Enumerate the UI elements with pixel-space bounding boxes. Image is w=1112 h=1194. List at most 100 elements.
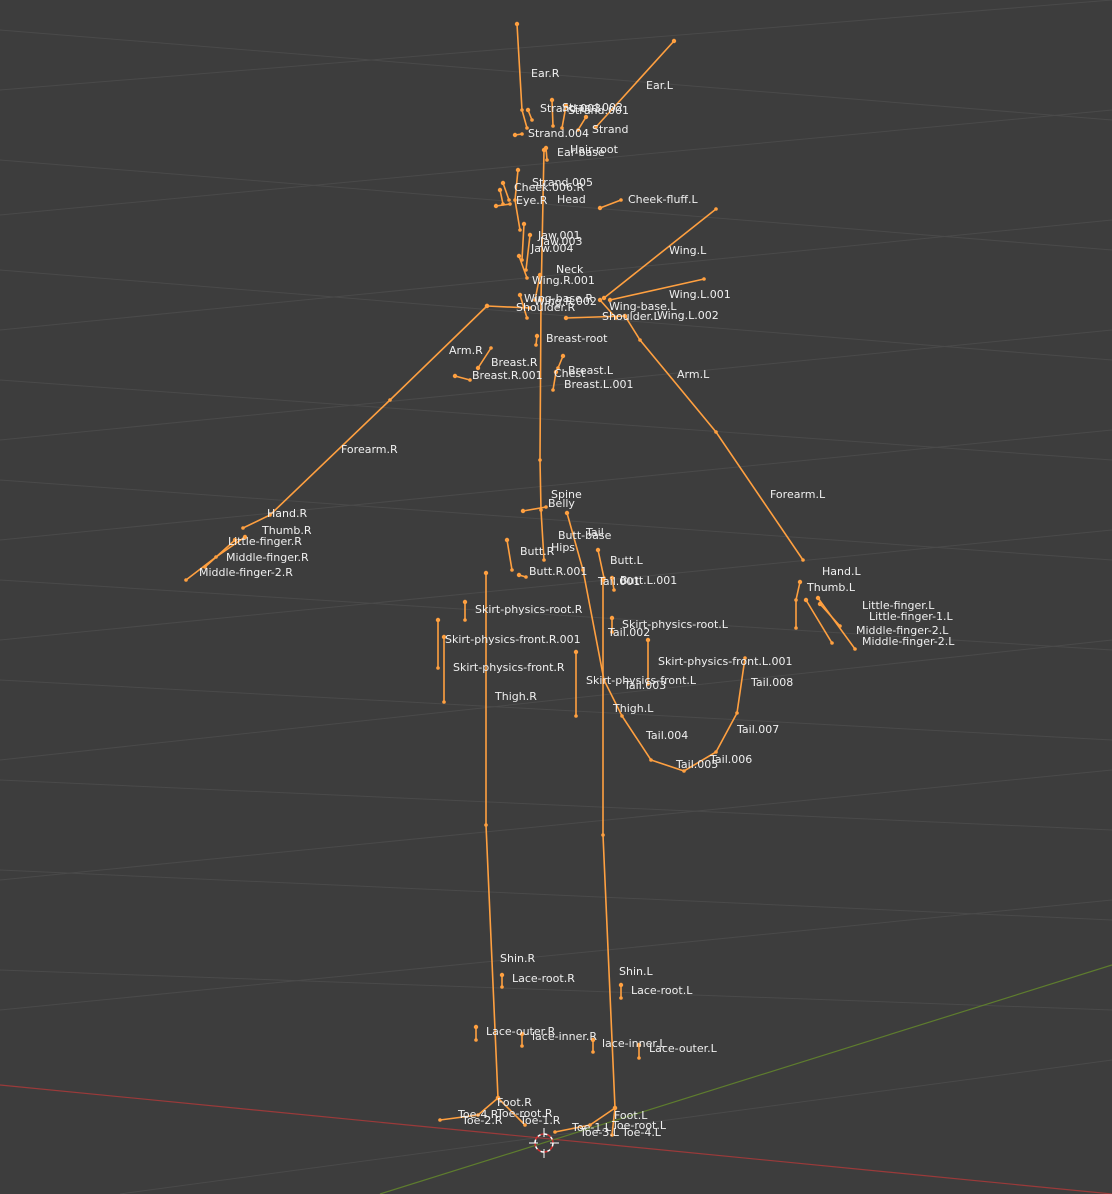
bone-joint[interactable] bbox=[543, 145, 549, 151]
bone-joint[interactable] bbox=[595, 547, 601, 553]
bone-joint[interactable] bbox=[714, 430, 718, 434]
bone-line[interactable] bbox=[485, 572, 499, 1099]
bone-joint[interactable] bbox=[500, 985, 504, 989]
bone-joint[interactable] bbox=[525, 107, 531, 113]
bone-joint[interactable] bbox=[184, 578, 188, 582]
bone-line[interactable] bbox=[521, 223, 525, 261]
bone-joint[interactable] bbox=[489, 346, 493, 350]
bone-joint[interactable] bbox=[542, 558, 546, 562]
bone-joint[interactable] bbox=[838, 624, 842, 628]
bone-line[interactable] bbox=[502, 182, 510, 201]
bone-joint[interactable] bbox=[797, 579, 803, 585]
bone-joint[interactable] bbox=[510, 568, 514, 572]
bone-joint[interactable] bbox=[527, 232, 533, 238]
bone-joint[interactable] bbox=[563, 315, 569, 321]
bone-joint[interactable] bbox=[638, 338, 642, 342]
bone-joint[interactable] bbox=[452, 373, 458, 379]
bone-line[interactable] bbox=[597, 549, 605, 579]
bone-joint[interactable] bbox=[597, 297, 603, 303]
bone-joint[interactable] bbox=[520, 132, 524, 136]
bone-joint[interactable] bbox=[794, 626, 798, 630]
bone-joint[interactable] bbox=[435, 617, 441, 623]
bone-joint[interactable] bbox=[521, 221, 527, 227]
bone-joint[interactable] bbox=[671, 38, 677, 44]
bone-joint[interactable] bbox=[507, 198, 511, 202]
bone-joint[interactable] bbox=[714, 207, 718, 211]
bone-joint[interactable] bbox=[484, 303, 490, 309]
bone-joint[interactable] bbox=[525, 276, 529, 280]
bone-joint[interactable] bbox=[514, 21, 520, 27]
bone-joint[interactable] bbox=[794, 598, 798, 602]
bone-line[interactable] bbox=[602, 579, 616, 1109]
bone-line[interactable] bbox=[539, 149, 545, 561]
bone-joint[interactable] bbox=[525, 316, 529, 320]
bone-joint[interactable] bbox=[493, 203, 499, 209]
bone-joint[interactable] bbox=[601, 833, 605, 837]
bone-line[interactable] bbox=[454, 375, 471, 381]
bone-joint[interactable] bbox=[534, 333, 540, 339]
bone-joint[interactable] bbox=[538, 458, 542, 462]
bone-joint[interactable] bbox=[612, 588, 616, 592]
bone-joint[interactable] bbox=[388, 398, 392, 402]
bone-joint[interactable] bbox=[815, 595, 821, 601]
bone-joint[interactable] bbox=[516, 572, 522, 578]
bone-joint[interactable] bbox=[518, 228, 522, 232]
bone-joint[interactable] bbox=[649, 758, 653, 762]
bone-joint[interactable] bbox=[553, 1130, 557, 1134]
bone-joint[interactable] bbox=[520, 1044, 524, 1048]
bone-joint[interactable] bbox=[574, 714, 578, 718]
bone-joint[interactable] bbox=[483, 570, 489, 576]
bone-line[interactable] bbox=[817, 597, 856, 650]
bone-joint[interactable] bbox=[560, 353, 566, 359]
bone-joint[interactable] bbox=[515, 167, 521, 173]
bone-joint[interactable] bbox=[619, 198, 623, 202]
bone-joint[interactable] bbox=[619, 996, 623, 1000]
bone-joint[interactable] bbox=[463, 618, 467, 622]
bone-joint[interactable] bbox=[517, 292, 523, 298]
bone-joint[interactable] bbox=[573, 649, 579, 655]
bone-line[interactable] bbox=[516, 23, 528, 129]
bone-line[interactable] bbox=[525, 234, 531, 271]
bone-joint[interactable] bbox=[508, 202, 512, 206]
bone-joint[interactable] bbox=[597, 205, 603, 211]
bone-joint[interactable] bbox=[516, 253, 522, 259]
bone-joint[interactable] bbox=[853, 647, 857, 651]
bone-joint[interactable] bbox=[803, 597, 809, 603]
bone-joint[interactable] bbox=[520, 108, 524, 112]
bone-joint[interactable] bbox=[499, 972, 505, 978]
bone-line[interactable] bbox=[624, 315, 804, 561]
bone-joint[interactable] bbox=[609, 615, 615, 621]
bone-line[interactable] bbox=[242, 305, 488, 529]
bone-joint[interactable] bbox=[436, 666, 440, 670]
bone-joint[interactable] bbox=[534, 343, 538, 347]
bone-joint[interactable] bbox=[497, 187, 503, 193]
bone-line[interactable] bbox=[819, 603, 841, 627]
bone-joint[interactable] bbox=[484, 823, 488, 827]
bone-joint[interactable] bbox=[591, 1050, 595, 1054]
bone-joint[interactable] bbox=[512, 132, 518, 138]
bone-joint[interactable] bbox=[530, 118, 534, 122]
bone-joint[interactable] bbox=[520, 508, 526, 514]
bone-joint[interactable] bbox=[817, 601, 823, 607]
bone-joint[interactable] bbox=[473, 1024, 479, 1030]
bone-joint[interactable] bbox=[830, 641, 834, 645]
bone-joint[interactable] bbox=[545, 158, 549, 162]
bone-joint[interactable] bbox=[500, 180, 506, 186]
bone-joint[interactable] bbox=[438, 1118, 442, 1122]
3d-viewport[interactable]: Ear.R Ear.L Strand.003 Strand.002 Strand.001… bbox=[0, 0, 1112, 1194]
bone-joint[interactable] bbox=[241, 526, 245, 530]
bone-joint[interactable] bbox=[442, 700, 446, 704]
bone-joint[interactable] bbox=[637, 1056, 641, 1060]
bone-line[interactable] bbox=[795, 581, 801, 629]
bone-line[interactable] bbox=[805, 599, 833, 644]
bone-joint[interactable] bbox=[601, 295, 607, 301]
bone-joint[interactable] bbox=[524, 575, 528, 579]
bone-joint[interactable] bbox=[462, 599, 468, 605]
bone-line[interactable] bbox=[506, 539, 513, 571]
bone-joint[interactable] bbox=[801, 558, 805, 562]
bone-joint[interactable] bbox=[618, 982, 624, 988]
bone-joint[interactable] bbox=[564, 510, 570, 516]
bone-joint[interactable] bbox=[504, 537, 510, 543]
bone-joint[interactable] bbox=[702, 277, 706, 281]
bone-joint[interactable] bbox=[551, 388, 555, 392]
